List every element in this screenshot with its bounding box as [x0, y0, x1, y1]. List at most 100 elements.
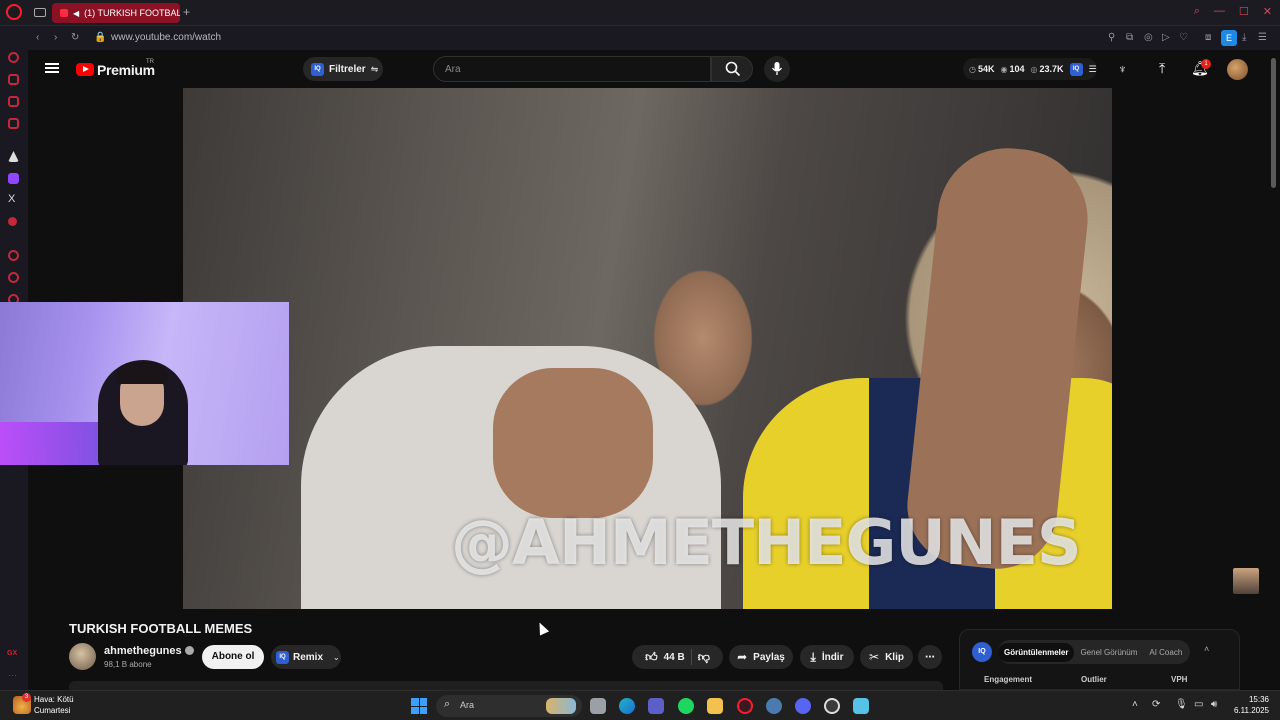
clip-button[interactable]: ✂ Klip [860, 645, 913, 669]
taskbar-search[interactable]: ⌕ Ara [436, 695, 582, 717]
extensions-icon[interactable]: ⧈ [1205, 32, 1211, 43]
channel-name[interactable]: ahmethegunes [104, 645, 182, 657]
sidebar-twitch-icon[interactable] [8, 173, 19, 184]
channel-avatar[interactable] [69, 643, 96, 670]
taskbar-search-placeholder: Ara [460, 700, 475, 710]
close-button[interactable]: ✕ [1263, 5, 1272, 18]
pin-icon[interactable]: ⚲ [1108, 32, 1115, 43]
sidebar-chat-icon[interactable] [8, 96, 19, 107]
dislike-button[interactable]: 👎︎ [698, 650, 710, 665]
sidebar-history-icon[interactable] [8, 272, 19, 283]
minimize-button[interactable]: — [1214, 5, 1225, 18]
stat-likes: 104 [1009, 64, 1025, 74]
reload-icon[interactable]: ↻ [71, 32, 79, 43]
sidebar-x-icon[interactable]: X [8, 193, 15, 205]
description-box-top[interactable] [69, 681, 943, 690]
taskbar-task-view-icon[interactable] [590, 698, 606, 714]
more-actions-button[interactable]: ⋯ [918, 645, 942, 669]
play-icon[interactable]: ▷ [1162, 32, 1170, 43]
extension-e-icon[interactable]: E [1221, 30, 1237, 46]
sidebar-bag-icon[interactable] [8, 74, 19, 85]
video-player[interactable]: @AHMETHEGUNES [183, 88, 1112, 609]
sidebar-player-icon[interactable] [8, 250, 19, 261]
url-field[interactable]: www.youtube.com/watch [111, 32, 221, 43]
youtube-logo-icon[interactable] [76, 63, 94, 76]
trophy-icon[interactable]: ♆ [1118, 62, 1127, 76]
user-avatar[interactable] [1227, 59, 1248, 80]
stat-watching: 23.7K [1039, 64, 1064, 74]
tray-sync-icon[interactable]: ⟳ [1152, 699, 1160, 710]
vpn-icon[interactable]: ◎ [1144, 32, 1153, 43]
tray-display-icon[interactable]: ▭ [1194, 699, 1203, 710]
collapse-icon[interactable]: ˄ [1204, 644, 1209, 654]
iq-logo-icon: IQ [972, 642, 992, 662]
channel-name-row[interactable]: ahmethegunes [104, 645, 194, 657]
sidebar-more-icon[interactable]: ··· [8, 670, 17, 680]
download-icon[interactable]: ⤓ [1242, 32, 1246, 43]
sidebar-aria-icon[interactable] [8, 151, 19, 162]
remix-button[interactable]: IQ Remix ⌄ [271, 645, 341, 669]
filters-button[interactable]: IQ Filtreler ⇋ [303, 57, 383, 81]
taskbar-edge-icon[interactable] [619, 698, 635, 714]
maximize-button[interactable]: ☐ [1239, 5, 1249, 18]
lock-icon: 🔒 [94, 32, 107, 43]
back-icon[interactable]: ‹ [36, 32, 39, 43]
taskbar-explorer-icon[interactable] [707, 698, 723, 714]
start-button[interactable] [411, 698, 427, 714]
weather-widget[interactable]: Hava: Kötü Cumartesi [34, 694, 74, 716]
analytics-panel: IQ Görüntülenmeler Genel Görünüm AI Coac… [959, 629, 1240, 690]
page-scrollbar[interactable] [1268, 50, 1280, 690]
column-engagement: Engagement [984, 675, 1033, 684]
taskbar-spotify-icon[interactable] [678, 698, 694, 714]
forward-icon[interactable]: › [54, 32, 57, 43]
new-tab-button[interactable]: + [183, 5, 190, 19]
taskbar-steam-icon[interactable] [766, 698, 782, 714]
active-tab[interactable]: ◀ (1) TURKISH FOOTBAL [52, 3, 180, 23]
tab-ai-coach[interactable]: AI Coach [1143, 648, 1188, 657]
notification-badge: 1 [1201, 59, 1211, 69]
taskbar-notepad-icon[interactable] [853, 698, 869, 714]
eye-icon: ◉ [1000, 64, 1008, 74]
like-button[interactable]: 👍︎ 44 B [645, 650, 685, 665]
sidebar-refresh-icon[interactable] [8, 52, 19, 63]
menu-icon[interactable]: ☰ [1258, 32, 1267, 43]
taskbar-teams-icon[interactable] [648, 698, 664, 714]
windows-taskbar: 3 Hava: Kötü Cumartesi ⌕ Ara ˄ ⟳ 🎙︎ ▭ 🔊︎… [0, 690, 1280, 720]
taskbar-obs-icon[interactable] [824, 698, 840, 714]
sidebar-news-icon[interactable] [8, 118, 19, 129]
taskbar-opera-gx-icon[interactable] [737, 698, 753, 714]
tab-overview[interactable]: Genel Görünüm [1074, 648, 1143, 657]
upload-icon[interactable]: ⤒ [1159, 60, 1165, 77]
voice-search-button[interactable] [764, 56, 790, 82]
tray-chevron-icon[interactable]: ˄ [1132, 699, 1138, 710]
tab-menu-icon[interactable] [34, 8, 46, 17]
system-clock[interactable]: 15:36 6.11.2025 [1229, 694, 1269, 716]
tray-volume-icon[interactable]: 🔊︎ [1211, 699, 1217, 710]
hamburger-menu-icon[interactable] [45, 63, 59, 73]
subscribe-button[interactable]: Abone ol [202, 645, 264, 669]
tray-mic-icon[interactable]: 🎙︎ [1175, 699, 1188, 710]
sidebar-record-icon[interactable] [8, 217, 17, 226]
opera-logo-icon[interactable] [6, 4, 22, 20]
floating-thumbnail[interactable] [1233, 568, 1259, 594]
snapshot-icon[interactable]: ⧉ [1126, 32, 1133, 43]
youtube-header: Premium TR IQ Filtreler ⇋ Ara ◷ 54K ◉ 104 … [28, 50, 1268, 88]
tab-views[interactable]: Görüntülenmeler [998, 642, 1075, 662]
heart-icon[interactable]: ♡ [1179, 32, 1188, 43]
search-button[interactable] [711, 56, 753, 82]
video-title: TURKISH FOOTBALL MEMES [69, 621, 253, 636]
webcam-hair [116, 362, 168, 384]
taskbar-discord-icon[interactable] [795, 698, 811, 714]
scrollbar-thumb[interactable] [1271, 58, 1276, 188]
sidebar-gx-icon[interactable]: GX [7, 650, 17, 657]
search-tabs-icon[interactable]: ⌕ [1194, 5, 1200, 18]
thumbs-up-icon: 👍︎ [645, 649, 658, 664]
share-button[interactable]: ➦ Paylaş [729, 645, 793, 669]
search-input[interactable]: Ara [433, 56, 711, 82]
iq-icon[interactable]: IQ [1069, 62, 1083, 76]
tab-title: (1) TURKISH FOOTBAL [84, 8, 180, 18]
download-button[interactable]: ⤓ İndir [800, 645, 854, 669]
region-code: TR [146, 59, 154, 65]
list-icon[interactable]: ☰ [1089, 64, 1097, 75]
weather-line1: Hava: Kötü [34, 695, 74, 704]
